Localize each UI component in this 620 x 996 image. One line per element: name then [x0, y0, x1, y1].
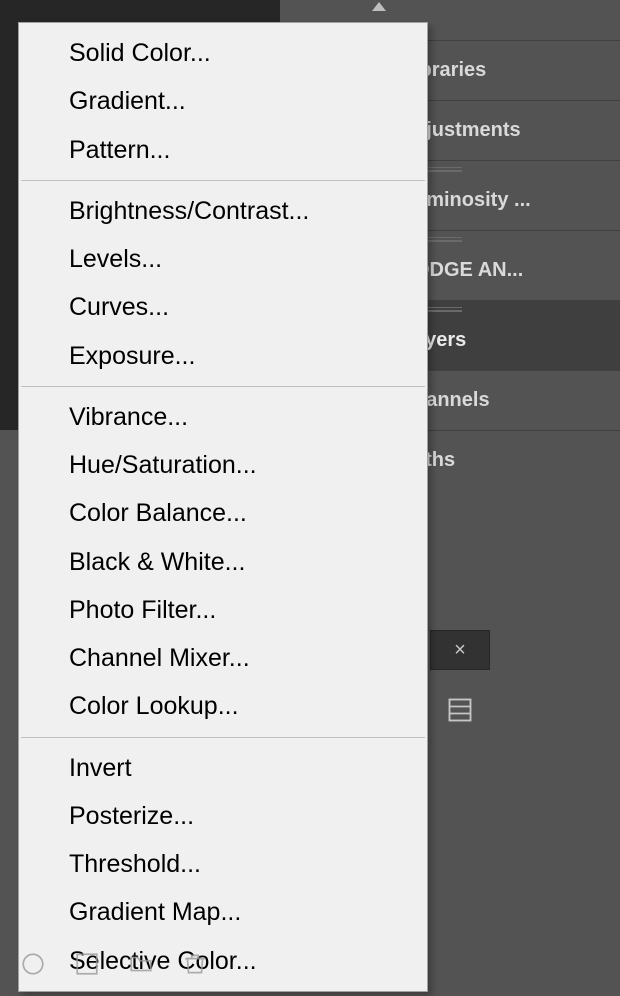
collapse-arrow-icon[interactable]: [372, 2, 386, 11]
panel-label: djustments: [414, 119, 521, 141]
folder-icon[interactable]: [128, 951, 154, 977]
menu-item-levels[interactable]: Levels...: [19, 235, 427, 283]
menu-item-exposure[interactable]: Exposure...: [19, 332, 427, 380]
menu-item-pattern[interactable]: Pattern...: [19, 126, 427, 174]
menu-item-posterize[interactable]: Posterize...: [19, 792, 427, 840]
menu-item-curves[interactable]: Curves...: [19, 283, 427, 331]
menu-label: Curves...: [69, 293, 169, 321]
list-icon: [446, 696, 474, 724]
panel-label: ODGE AN...: [414, 259, 523, 281]
menu-item-vibrance[interactable]: Vibrance...: [19, 393, 427, 441]
menu-label: Hue/Saturation...: [69, 451, 257, 479]
menu-separator: [21, 737, 425, 738]
fx-icon[interactable]: [20, 951, 46, 977]
menu-label: Photo Filter...: [69, 596, 216, 624]
close-icon: ×: [454, 639, 466, 662]
menu-label: Black & White...: [69, 548, 245, 576]
mask-icon[interactable]: [74, 951, 100, 977]
menu-label: Vibrance...: [69, 403, 188, 431]
menu-item-threshold[interactable]: Threshold...: [19, 840, 427, 888]
menu-label: Gradient Map...: [69, 898, 241, 926]
menu-label: Pattern...: [69, 136, 170, 164]
menu-label: Color Lookup...: [69, 692, 239, 720]
menu-item-solid-color[interactable]: Solid Color...: [19, 29, 427, 77]
adjustment-layer-context-menu: Solid Color... Gradient... Pattern... Br…: [18, 22, 428, 992]
menu-label: Posterize...: [69, 802, 194, 830]
menu-label: Levels...: [69, 245, 162, 273]
menu-item-color-balance[interactable]: Color Balance...: [19, 489, 427, 537]
menu-item-photo-filter[interactable]: Photo Filter...: [19, 586, 427, 634]
menu-separator: [21, 386, 425, 387]
menu-item-gradient-map[interactable]: Gradient Map...: [19, 888, 427, 936]
menu-label: Invert: [69, 754, 132, 782]
menu-item-hue-saturation[interactable]: Hue/Saturation...: [19, 441, 427, 489]
menu-separator: [21, 180, 425, 181]
menu-item-brightness-contrast[interactable]: Brightness/Contrast...: [19, 187, 427, 235]
trash-icon[interactable]: [182, 951, 208, 977]
menu-item-gradient[interactable]: Gradient...: [19, 77, 427, 125]
menu-item-channel-mixer[interactable]: Channel Mixer...: [19, 634, 427, 682]
menu-label: Color Balance...: [69, 499, 247, 527]
panel-label: uminosity ...: [414, 189, 531, 211]
layers-bottom-toolbar: [20, 946, 280, 982]
menu-label: Channel Mixer...: [69, 644, 250, 672]
menu-item-color-lookup[interactable]: Color Lookup...: [19, 682, 427, 730]
menu-item-black-white[interactable]: Black & White...: [19, 538, 427, 586]
menu-label: Exposure...: [69, 342, 195, 370]
menu-label: Solid Color...: [69, 39, 211, 67]
menu-label: Threshold...: [69, 850, 201, 878]
menu-item-invert[interactable]: Invert: [19, 744, 427, 792]
menu-label: Gradient...: [69, 87, 186, 115]
panel-dock-icon[interactable]: [430, 680, 490, 740]
menu-label: Brightness/Contrast...: [69, 197, 309, 225]
close-panel-button[interactable]: ×: [430, 630, 490, 670]
